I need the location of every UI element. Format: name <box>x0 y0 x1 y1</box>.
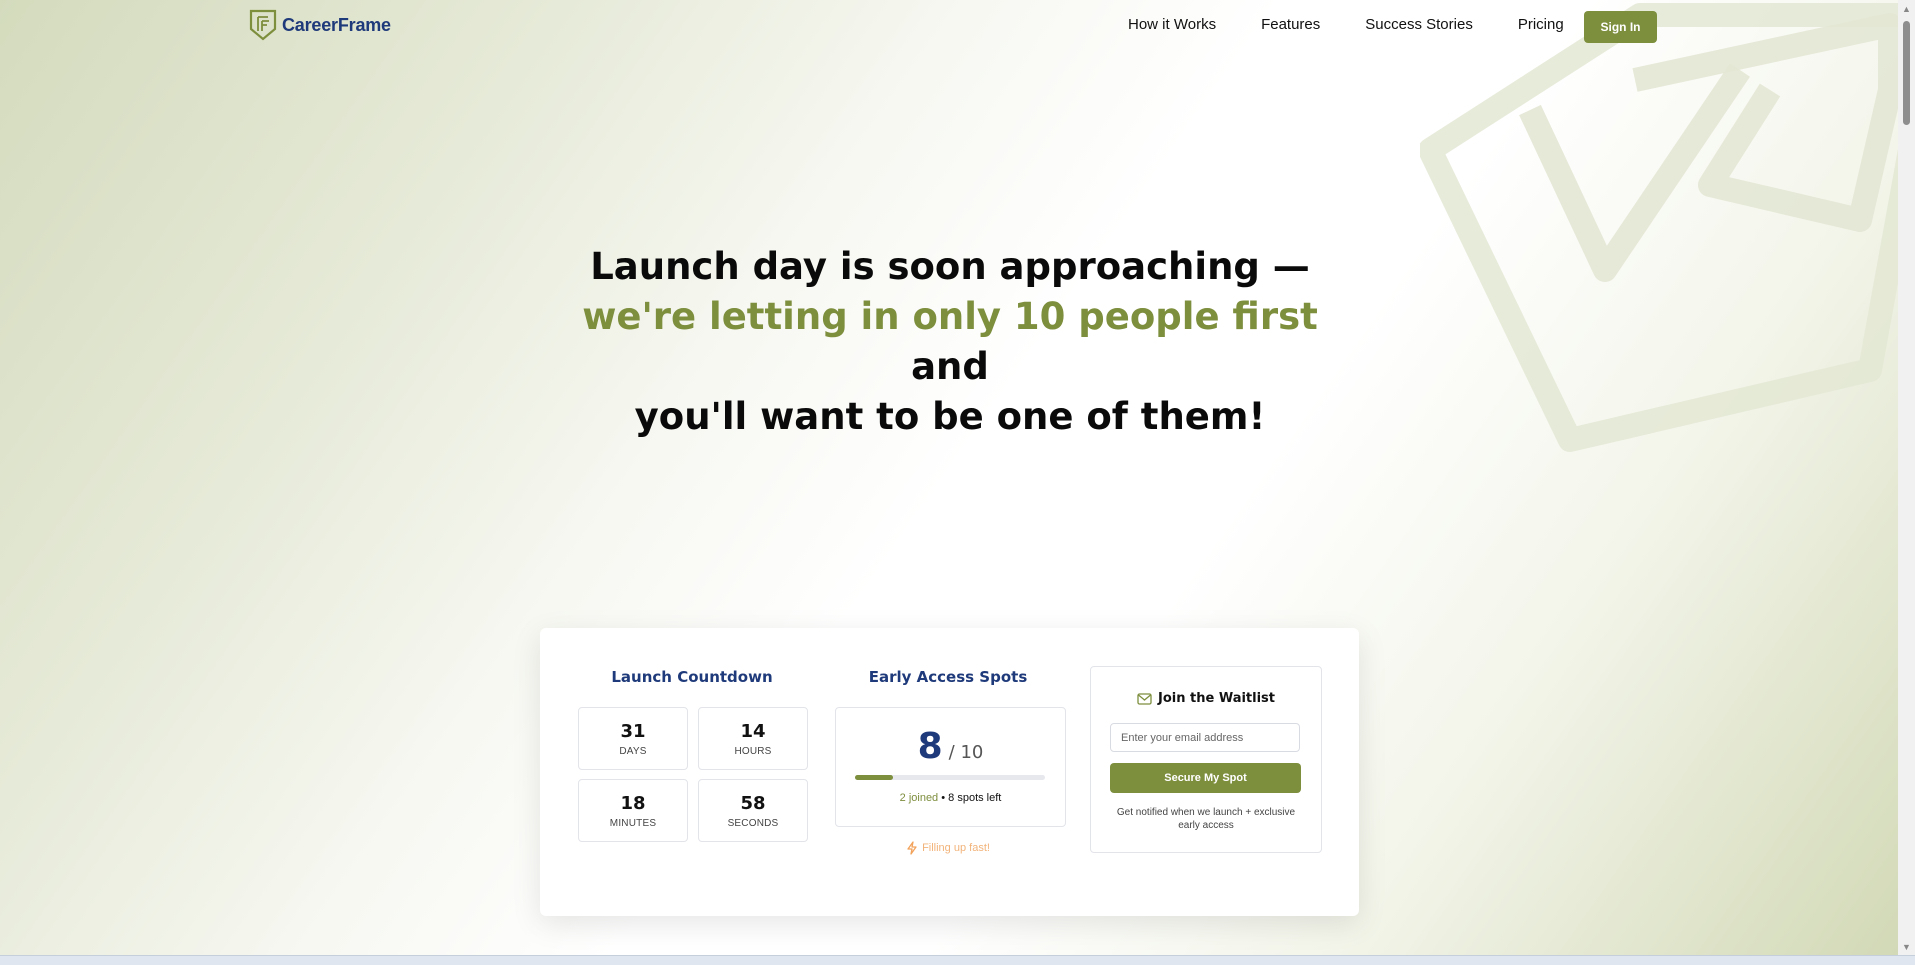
countdown-minutes-label: MINUTES <box>609 818 657 829</box>
filling-notice: Filling up fast! <box>829 841 1067 855</box>
nav-how-it-works[interactable]: How it Works <box>1128 16 1216 33</box>
spots-taken-value: 8 <box>917 726 943 767</box>
spots-left-text: 8 spots left <box>948 792 1002 804</box>
spots-progress-fill <box>855 775 893 780</box>
spots-separator: • <box>938 792 949 804</box>
countdown-hours-tile: 14 HOURS <box>698 707 808 770</box>
spots-joined-text: 2 joined <box>899 792 939 804</box>
countdown-seconds-label: SECONDS <box>727 818 779 829</box>
countdown-seconds-value: 58 <box>740 793 766 814</box>
countdown-hours-label: HOURS <box>734 746 772 757</box>
nav-success-stories[interactable]: Success Stories <box>1365 16 1473 33</box>
early-access-title: Early Access Spots <box>868 668 1028 686</box>
countdown-minutes-tile: 18 MINUTES <box>578 779 688 842</box>
spots-status: 2 joined • 8 spots left <box>836 792 1065 804</box>
mail-icon <box>1137 692 1152 705</box>
countdown-hours-value: 14 <box>740 721 766 742</box>
hero-line-1: Launch day is soon approaching — <box>590 245 1310 288</box>
countdown-days-value: 31 <box>620 721 646 742</box>
spots-box: 8 / 10 2 joined • 8 spots left <box>835 707 1066 827</box>
nav-features[interactable]: Features <box>1261 16 1320 33</box>
spots-total: / 10 <box>948 742 984 763</box>
hero-accent-text: we're letting in only 10 people first <box>582 295 1318 338</box>
countdown-title: Launch Countdown <box>611 668 773 686</box>
brand-logo[interactable]: CareerFrame <box>249 9 391 41</box>
email-input[interactable] <box>1110 723 1300 752</box>
waitlist-title: Join the Waitlist <box>1158 691 1275 706</box>
nav-pricing[interactable]: Pricing <box>1518 16 1564 33</box>
countdown-minutes-value: 18 <box>620 793 646 814</box>
secure-my-spot-button[interactable]: Secure My Spot <box>1110 763 1301 793</box>
cf-shield-logo-icon <box>249 9 277 41</box>
launch-card: Launch Countdown 31 DAYS 14 HOURS 18 MIN… <box>540 628 1359 916</box>
lightning-icon <box>907 841 917 855</box>
brand-name: CareerFrame <box>282 14 391 35</box>
landing-page: CareerFrame How it Works Features Succes… <box>0 0 1898 955</box>
scroll-down-arrow-icon[interactable]: ▼ <box>1898 938 1915 955</box>
scroll-up-arrow-icon[interactable]: ▲ <box>1898 0 1915 17</box>
spots-count: 8 / 10 <box>836 726 1065 767</box>
waitlist-heading: Join the Waitlist <box>1091 691 1321 706</box>
hero-after-accent: and <box>911 345 989 388</box>
countdown-days-tile: 31 DAYS <box>578 707 688 770</box>
hero-headline: Launch day is soon approaching — we're l… <box>550 242 1350 442</box>
hero-line-3: you'll want to be one of them! <box>634 395 1266 438</box>
countdown-seconds-tile: 58 SECONDS <box>698 779 808 842</box>
top-nav: How it Works Features Success Stories Pr… <box>1128 16 1609 33</box>
waitlist-note: Get notified when we launch + exclusive … <box>1116 807 1296 831</box>
background-logo-watermark-icon <box>1420 3 1898 452</box>
countdown-days-label: DAYS <box>619 746 647 757</box>
vertical-scrollbar[interactable]: ▲ ▼ <box>1898 0 1915 955</box>
sign-in-button[interactable]: Sign In <box>1584 11 1657 43</box>
waitlist-panel: Join the Waitlist Secure My Spot Get not… <box>1090 666 1322 853</box>
filling-text: Filling up fast! <box>922 842 990 854</box>
scrollbar-thumb[interactable] <box>1903 21 1910 125</box>
spots-progress-track <box>855 775 1045 780</box>
